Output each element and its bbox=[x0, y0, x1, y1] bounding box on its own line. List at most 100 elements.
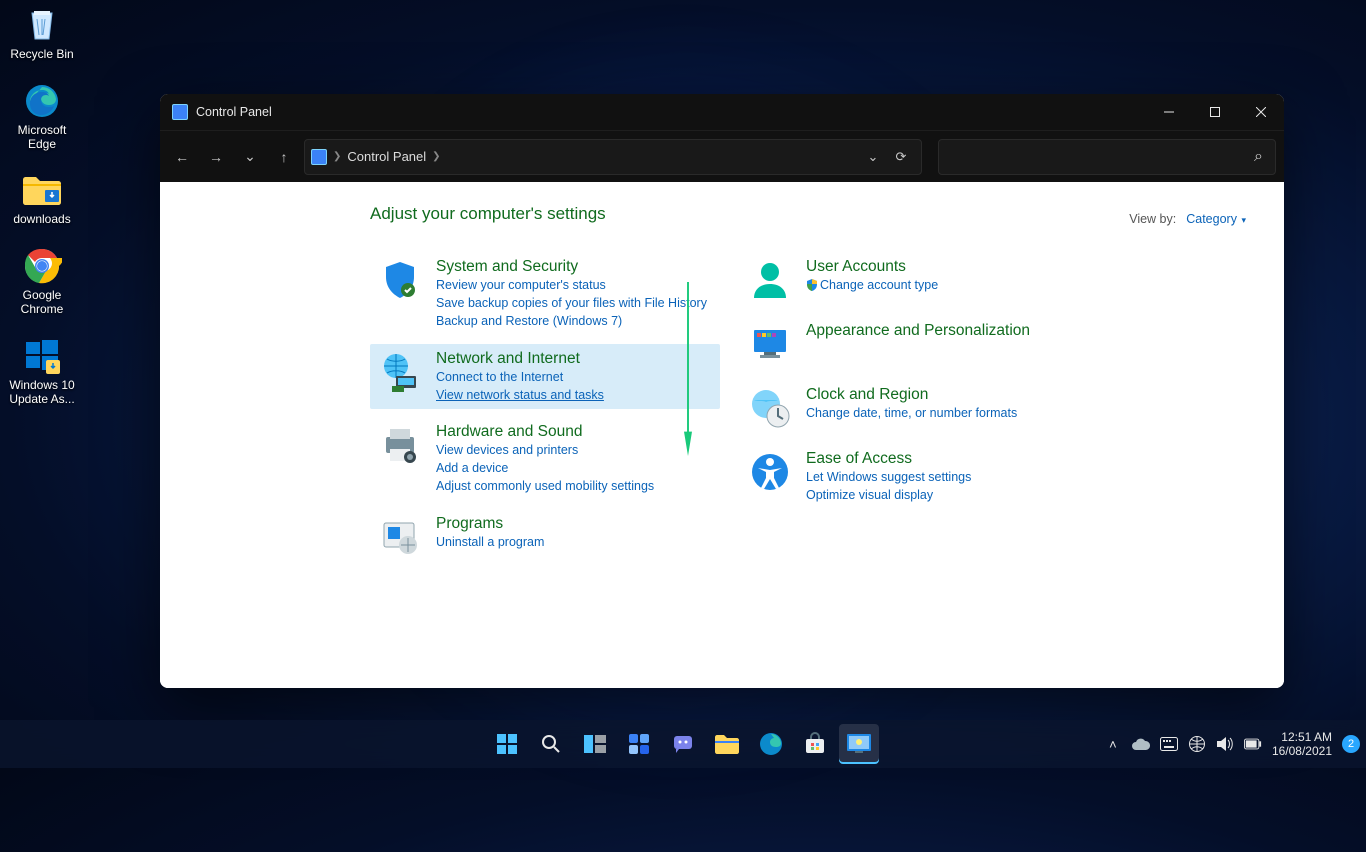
category-title[interactable]: Programs bbox=[436, 515, 544, 533]
category-title[interactable]: System and Security bbox=[436, 258, 707, 276]
category-user-accounts: User Accounts Change account type bbox=[740, 252, 1090, 308]
shield-icon bbox=[378, 258, 422, 302]
start-button[interactable] bbox=[487, 724, 527, 764]
edge-icon bbox=[21, 80, 63, 122]
desktop-icons: Recycle Bin Microsoft Edge downloads Goo… bbox=[4, 4, 80, 406]
page-heading: Adjust your computer's settings bbox=[370, 204, 1254, 224]
input-indicator-icon[interactable] bbox=[1160, 735, 1178, 753]
chrome-icon bbox=[21, 245, 63, 287]
content-area: Adjust your computer's settings View by:… bbox=[160, 182, 1284, 688]
category-title[interactable]: Ease of Access bbox=[806, 450, 971, 468]
clock-globe-icon bbox=[748, 386, 792, 430]
category-ease-of-access: Ease of Access Let Windows suggest setti… bbox=[740, 444, 1090, 510]
desktop-icon-label: Microsoft Edge bbox=[4, 124, 80, 152]
category-link[interactable]: Let Windows suggest settings bbox=[806, 469, 971, 486]
task-view-button[interactable] bbox=[575, 724, 615, 764]
address-dropdown[interactable]: ⌄ bbox=[859, 149, 887, 165]
category-link[interactable]: Backup and Restore (Windows 7) bbox=[436, 313, 707, 330]
desktop-icon-recycle-bin[interactable]: Recycle Bin bbox=[4, 4, 80, 62]
network-icon[interactable] bbox=[1188, 735, 1206, 753]
desktop-icon-chrome[interactable]: Google Chrome bbox=[4, 245, 80, 317]
control-panel-window: Control Panel ← → ⌄ ↑ ❯ Control Panel ❯ … bbox=[160, 94, 1284, 688]
view-by-selector: View by: Category ▾ bbox=[1129, 212, 1246, 226]
chevron-down-icon: ▾ bbox=[1239, 215, 1246, 225]
tray-overflow-button[interactable]: ˄ bbox=[1104, 735, 1122, 753]
category-title[interactable]: User Accounts bbox=[806, 258, 938, 276]
store-button[interactable] bbox=[795, 724, 835, 764]
forward-button[interactable]: → bbox=[202, 137, 230, 177]
taskbar: ˄ 12:51 AM 16/08/2021 2 bbox=[0, 720, 1366, 768]
category-link[interactable]: Review your computer's status bbox=[436, 277, 707, 294]
category-link[interactable]: Change date, time, or number formats bbox=[806, 405, 1017, 422]
up-button[interactable]: ↑ bbox=[270, 137, 298, 177]
desktop-icon-label: Google Chrome bbox=[4, 289, 80, 317]
category-title[interactable]: Clock and Region bbox=[806, 386, 1017, 404]
category-network-internet: Network and Internet Connect to the Inte… bbox=[370, 344, 720, 410]
category-title[interactable]: Hardware and Sound bbox=[436, 423, 654, 441]
category-system-security: System and Security Review your computer… bbox=[370, 252, 720, 336]
recent-dropdown[interactable]: ⌄ bbox=[236, 137, 264, 177]
chevron-right-icon: ❯ bbox=[430, 151, 442, 162]
back-button[interactable]: ← bbox=[168, 137, 196, 177]
control-panel-icon bbox=[311, 149, 327, 165]
categories-left: System and Security Review your computer… bbox=[370, 252, 720, 573]
search-button[interactable] bbox=[531, 724, 571, 764]
categories-right: User Accounts Change account type bbox=[740, 252, 1090, 573]
programs-icon bbox=[378, 515, 422, 559]
minimize-button[interactable] bbox=[1146, 94, 1192, 130]
category-title[interactable]: Appearance and Personalization bbox=[806, 322, 1030, 340]
recycle-bin-icon bbox=[21, 4, 63, 46]
category-programs: Programs Uninstall a program bbox=[370, 509, 720, 565]
desktop-icon-edge[interactable]: Microsoft Edge bbox=[4, 80, 80, 152]
notifications-button[interactable]: 2 bbox=[1342, 735, 1360, 753]
maximize-button[interactable] bbox=[1192, 94, 1238, 130]
breadcrumb-item[interactable]: Control Panel bbox=[343, 149, 430, 164]
category-appearance: Appearance and Personalization bbox=[740, 316, 1090, 372]
widgets-button[interactable] bbox=[619, 724, 659, 764]
close-button[interactable] bbox=[1238, 94, 1284, 130]
titlebar: Control Panel bbox=[160, 94, 1284, 130]
category-link[interactable]: View devices and printers bbox=[436, 442, 654, 459]
desktop-icon-label: downloads bbox=[13, 213, 70, 227]
uac-shield-icon bbox=[806, 279, 818, 291]
onedrive-icon[interactable] bbox=[1132, 735, 1150, 753]
category-hardware-sound: Hardware and Sound View devices and prin… bbox=[370, 417, 720, 501]
search-input[interactable]: ⌕ bbox=[938, 139, 1276, 175]
file-explorer-button[interactable] bbox=[707, 724, 747, 764]
clock-button[interactable]: 12:51 AM 16/08/2021 bbox=[1272, 730, 1332, 759]
system-tray: ˄ 12:51 AM 16/08/2021 2 bbox=[1104, 730, 1360, 759]
category-link[interactable]: Add a device bbox=[436, 460, 654, 477]
view-by-dropdown[interactable]: Category ▾ bbox=[1186, 212, 1246, 226]
control-panel-taskbar-button[interactable] bbox=[839, 724, 879, 764]
desktop-icon-label: Windows 10 Update As... bbox=[4, 379, 80, 407]
category-link[interactable]: Save backup copies of your files with Fi… bbox=[436, 295, 707, 312]
desktop-icon-label: Recycle Bin bbox=[10, 48, 73, 62]
category-link[interactable]: Adjust commonly used mobility settings bbox=[436, 478, 654, 495]
search-icon: ⌕ bbox=[1254, 148, 1263, 166]
category-link-hover[interactable]: View network status and tasks bbox=[436, 387, 604, 404]
refresh-button[interactable]: ⟳ bbox=[887, 149, 915, 165]
desktop-icon-win10-update[interactable]: Windows 10 Update As... bbox=[4, 335, 80, 407]
tray-time: 12:51 AM bbox=[1272, 730, 1332, 744]
category-link[interactable]: Change account type bbox=[806, 277, 938, 294]
chat-button[interactable] bbox=[663, 724, 703, 764]
edge-button[interactable] bbox=[751, 724, 791, 764]
desktop-icon-downloads[interactable]: downloads bbox=[4, 169, 80, 227]
view-by-label: View by: bbox=[1129, 212, 1176, 226]
windows-update-icon bbox=[21, 335, 63, 377]
battery-icon[interactable] bbox=[1244, 735, 1262, 753]
globe-network-icon bbox=[378, 350, 422, 394]
category-link[interactable]: Connect to the Internet bbox=[436, 369, 604, 386]
folder-icon bbox=[21, 169, 63, 211]
chevron-right-icon: ❯ bbox=[331, 151, 343, 162]
control-panel-icon bbox=[172, 104, 188, 120]
window-title: Control Panel bbox=[196, 105, 272, 119]
category-link[interactable]: Uninstall a program bbox=[436, 534, 544, 551]
volume-icon[interactable] bbox=[1216, 735, 1234, 753]
category-clock-region: Clock and Region Change date, time, or n… bbox=[740, 380, 1090, 436]
category-title[interactable]: Network and Internet bbox=[436, 350, 604, 368]
category-link[interactable]: Optimize visual display bbox=[806, 487, 971, 504]
tray-date: 16/08/2021 bbox=[1272, 744, 1332, 758]
address-bar[interactable]: ❯ Control Panel ❯ ⌄ ⟳ bbox=[304, 139, 922, 175]
taskbar-center bbox=[487, 724, 879, 764]
